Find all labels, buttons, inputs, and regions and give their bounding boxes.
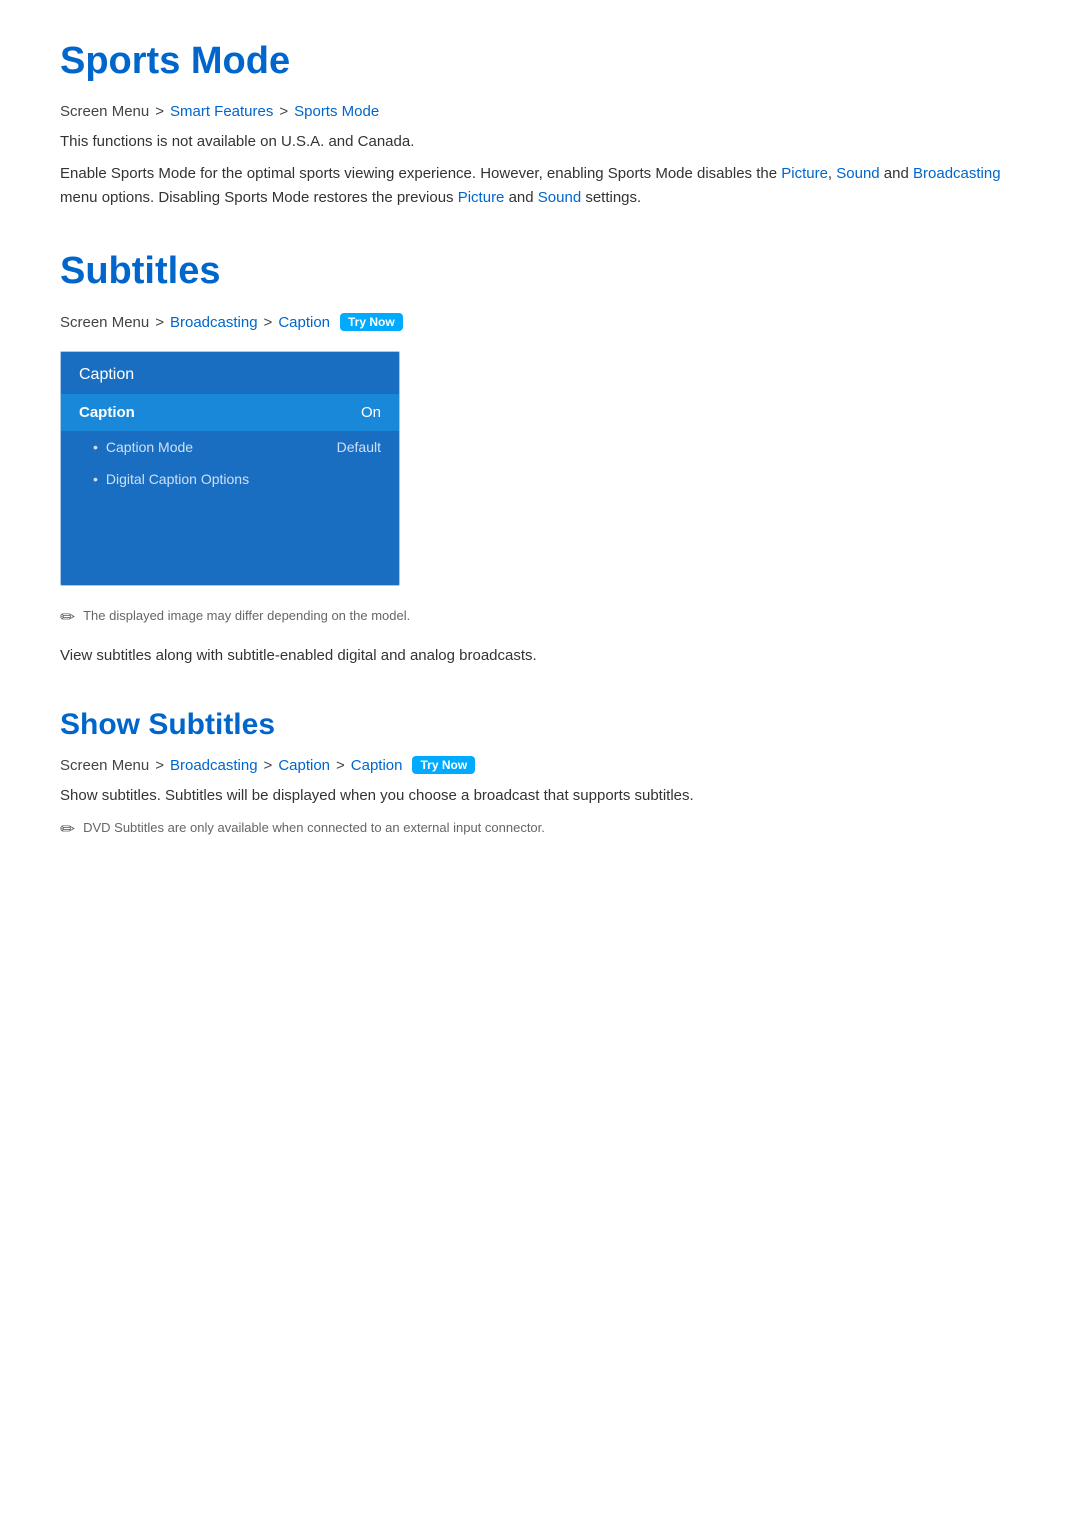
- show-subtitles-section: Show Subtitles Screen Menu > Broadcastin…: [60, 708, 1020, 840]
- subtitles-try-now-badge[interactable]: Try Now: [340, 313, 403, 331]
- show-subtitles-body-text: Show subtitles. Subtitles will be displa…: [60, 784, 1020, 808]
- caption-menu-row3[interactable]: • Digital Caption Options: [61, 463, 399, 495]
- subtitles-title: Subtitles: [60, 250, 1020, 293]
- caption-menu-header: Caption: [61, 352, 399, 394]
- subtitles-sep1: >: [155, 314, 164, 331]
- sports-mode-description: Enable Sports Mode for the optimal sport…: [60, 162, 1020, 210]
- subtitles-sep2: >: [264, 314, 273, 331]
- subtitles-note-icon: ✏: [60, 607, 75, 628]
- show-subtitles-try-now-badge[interactable]: Try Now: [412, 756, 475, 774]
- caption-menu-row2-value: Default: [337, 439, 381, 455]
- show-subtitles-note-icon: ✏: [60, 819, 75, 840]
- caption-menu-box: Caption Caption On • Caption Mode Defaul…: [60, 351, 400, 586]
- sports-mode-picture2-link[interactable]: Picture: [458, 189, 505, 206]
- show-subtitles-sep3: >: [336, 757, 345, 774]
- sports-mode-sound-link[interactable]: Sound: [836, 165, 879, 182]
- show-subtitles-screen-menu: Screen Menu: [60, 757, 149, 774]
- breadcrumb-smart-features[interactable]: Smart Features: [170, 103, 273, 120]
- show-subtitles-title: Show Subtitles: [60, 708, 1020, 742]
- sports-mode-broadcasting-link[interactable]: Broadcasting: [913, 165, 1001, 182]
- caption-mode-bullet: •: [93, 439, 98, 455]
- subtitles-body-text: View subtitles along with subtitle-enabl…: [60, 644, 1020, 668]
- breadcrumb-sep1: >: [155, 103, 164, 120]
- caption-menu-row1[interactable]: Caption On: [61, 394, 399, 431]
- subtitles-section: Subtitles Screen Menu > Broadcasting > C…: [60, 250, 1020, 668]
- sports-mode-picture-link[interactable]: Picture: [781, 165, 828, 182]
- sports-mode-breadcrumb: Screen Menu > Smart Features > Sports Mo…: [60, 103, 1020, 120]
- breadcrumb-sports-mode[interactable]: Sports Mode: [294, 103, 379, 120]
- subtitles-breadcrumb: Screen Menu > Broadcasting > Caption Try…: [60, 313, 1020, 331]
- caption-menu-row1-value: On: [361, 404, 381, 421]
- subtitles-breadcrumb-caption[interactable]: Caption: [278, 314, 330, 331]
- caption-menu-row1-label: Caption: [79, 404, 135, 421]
- sports-mode-availability-note: This functions is not available on U.S.A…: [60, 130, 1020, 154]
- sports-mode-title: Sports Mode: [60, 40, 1020, 83]
- digital-caption-bullet: •: [93, 471, 98, 487]
- show-subtitles-dvd-note: DVD Subtitles are only available when co…: [83, 818, 545, 838]
- breadcrumb-sep2: >: [279, 103, 288, 120]
- subtitles-image-note: The displayed image may differ depending…: [83, 606, 410, 626]
- show-subtitles-sep2: >: [264, 757, 273, 774]
- show-subtitles-dvd-note-row: ✏ DVD Subtitles are only available when …: [60, 818, 1020, 840]
- caption-menu-empty-space: [61, 495, 399, 585]
- subtitles-breadcrumb-broadcasting[interactable]: Broadcasting: [170, 314, 258, 331]
- show-subtitles-breadcrumb: Screen Menu > Broadcasting > Caption > C…: [60, 756, 1020, 774]
- show-subtitles-sep1: >: [155, 757, 164, 774]
- show-subtitles-caption[interactable]: Caption: [278, 757, 330, 774]
- sports-mode-section: Sports Mode Screen Menu > Smart Features…: [60, 40, 1020, 210]
- caption-menu-row3-label: Digital Caption Options: [106, 471, 249, 487]
- sports-mode-desc-text: Enable Sports Mode for the optimal sport…: [60, 165, 781, 182]
- sports-mode-sound2-link[interactable]: Sound: [538, 189, 581, 206]
- breadcrumb-screen-menu: Screen Menu: [60, 103, 149, 120]
- caption-menu-row2-label: Caption Mode: [106, 439, 193, 455]
- subtitles-breadcrumb-screen-menu: Screen Menu: [60, 314, 149, 331]
- subtitles-image-note-row: ✏ The displayed image may differ dependi…: [60, 606, 1020, 628]
- show-subtitles-caption2[interactable]: Caption: [351, 757, 403, 774]
- show-subtitles-broadcasting[interactable]: Broadcasting: [170, 757, 258, 774]
- caption-menu-row2[interactable]: • Caption Mode Default: [61, 431, 399, 463]
